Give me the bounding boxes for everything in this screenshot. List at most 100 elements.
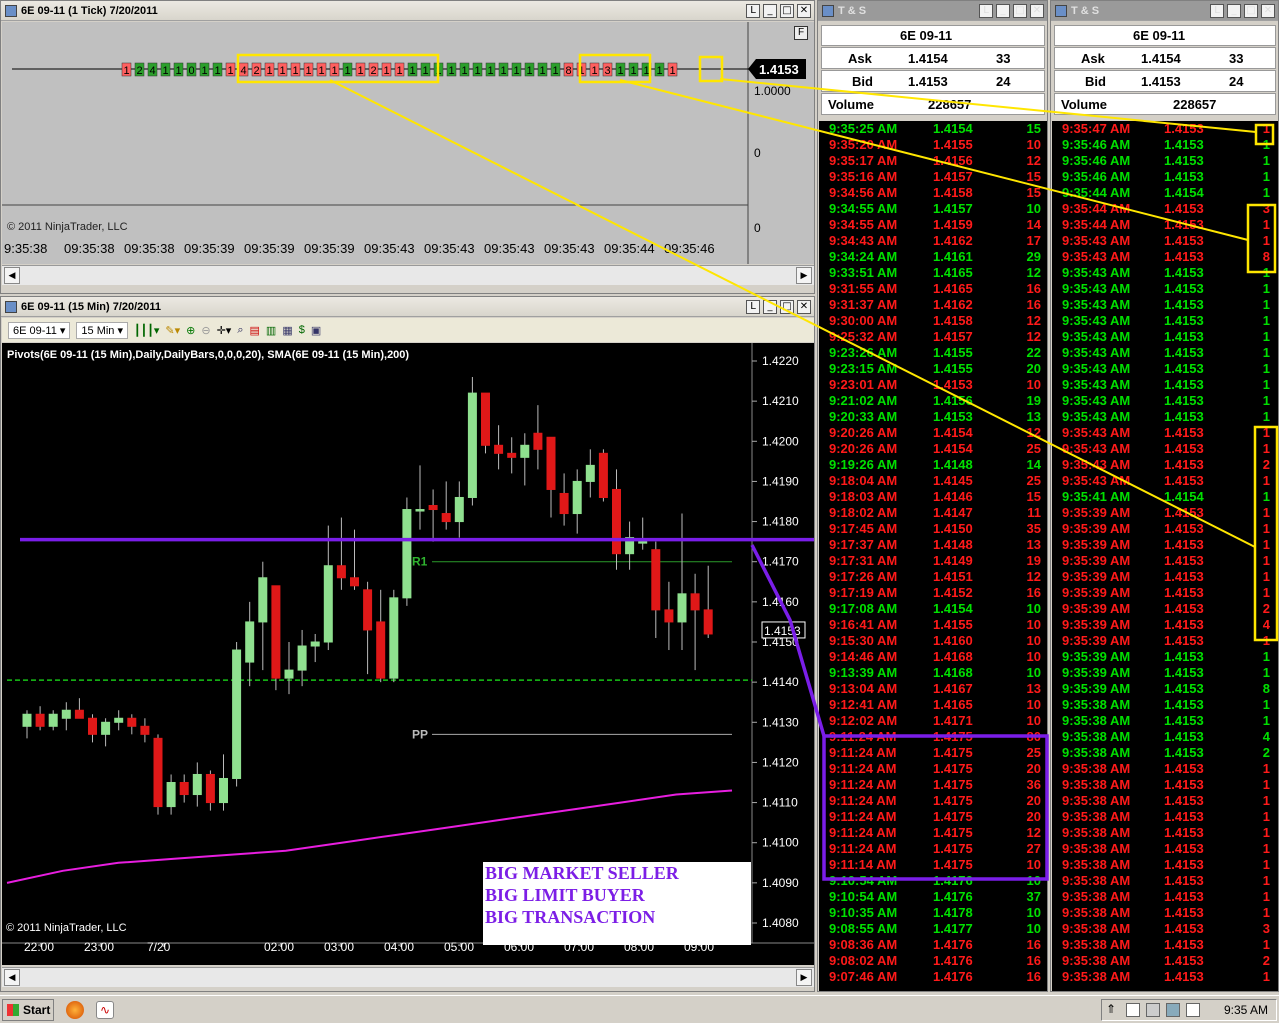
close-icon[interactable]: ✕	[1261, 3, 1275, 18]
ts-time: 9:14:46 AM	[829, 649, 898, 664]
ts-price: 1.4154	[933, 425, 973, 440]
tick-scrollbar[interactable]: ◀ ▶	[2, 265, 814, 285]
ts-price: 1.4154	[933, 121, 973, 136]
y-label: 1.4190	[762, 474, 799, 488]
maximize-icon[interactable]: □	[1244, 3, 1258, 18]
ts-instrument: 6E 09-11	[900, 28, 953, 43]
ts-price: 1.4160	[933, 633, 973, 648]
x-label: 02:00	[264, 940, 294, 954]
interval-select[interactable]: 15 Min ▾	[76, 321, 129, 339]
scroll-right-icon[interactable]: ▶	[796, 969, 812, 986]
ts-row: 9:10:54 AM 1.4176 37	[819, 889, 1047, 905]
tray-icon-2[interactable]	[1146, 1003, 1160, 1017]
maximize-icon[interactable]: □	[1013, 3, 1027, 18]
ts-left-list[interactable]: 9:35:25 AM 1.4154 15 9:35:20 AM 1.4155 10 9:35…	[819, 121, 1047, 991]
tick-value: 1	[526, 65, 532, 77]
tick-x-label: 09:35:38	[64, 241, 115, 256]
ts-size: 1	[1262, 793, 1270, 808]
ts-size: 13	[1026, 409, 1041, 424]
tick-value: 1	[266, 65, 272, 77]
ts-price: 1.4155	[933, 361, 973, 376]
minimize-icon[interactable]: _	[1227, 3, 1241, 18]
ts-size: 19	[1026, 553, 1041, 568]
tray-icon-3[interactable]	[1166, 1003, 1180, 1017]
r1-label: R1	[412, 555, 428, 569]
indicators-icon[interactable]: ▤	[250, 324, 260, 337]
tray-icon-1[interactable]	[1126, 1003, 1140, 1017]
ts-row: 9:34:43 AM 1.4162 17	[819, 233, 1047, 249]
ts-size: 16	[1026, 953, 1041, 968]
y-label: 1.4110	[762, 796, 798, 810]
min-chart-area[interactable]: R1 PP 1.4220 1.4210 1.4200 1.4190 1.4180 1.4170…	[2, 343, 814, 965]
maximize-icon[interactable]: □	[780, 299, 794, 314]
tick-value: 1	[591, 65, 597, 77]
ts-time: 9:35:38 AM	[1062, 809, 1131, 824]
min-scrollbar[interactable]: ◀ ▶	[2, 967, 814, 987]
close-icon[interactable]: ✕	[1030, 3, 1044, 18]
magnifier-icon[interactable]: ⌕	[237, 324, 243, 337]
ts-time: 9:19:26 AM	[829, 457, 898, 472]
ts-size: 10	[1026, 873, 1041, 888]
x-label: 7/20	[147, 940, 171, 954]
close-icon[interactable]: ✕	[797, 3, 811, 18]
ts-left-titlebar[interactable]: T & S L _ □ ✕	[818, 1, 1047, 21]
bid-label: Bid	[1085, 74, 1106, 89]
ts-right-title: T & S	[1071, 4, 1100, 17]
zoom-in-icon[interactable]: ⊕	[186, 324, 195, 337]
money-icon[interactable]: $	[299, 324, 305, 336]
min-chart-titlebar[interactable]: 6E 09-11 (15 Min) 7/20/2011 L _ □ ✕	[1, 297, 814, 317]
tick-chart-area[interactable]: 1241101114211111111211111111111111811311…	[2, 22, 814, 264]
ts-time: 9:35:38 AM	[1062, 937, 1131, 952]
link-icon[interactable]: L	[1210, 3, 1224, 18]
maximize-icon[interactable]: □	[780, 3, 794, 18]
ninjatrader-icon[interactable]: ∿	[96, 1001, 114, 1019]
min-copyright: © 2011 NinjaTrader, LLC	[6, 922, 127, 934]
data-box-icon[interactable]: ▣	[311, 324, 321, 337]
ts-price: 1.4176	[933, 889, 973, 904]
candle-body	[585, 464, 595, 482]
ts-time: 9:35:38 AM	[1062, 729, 1131, 744]
ts-row: 9:35:43 AM 1.4153 1	[1052, 473, 1278, 489]
minimize-icon[interactable]: _	[763, 3, 777, 18]
link-icon[interactable]: L	[979, 3, 993, 18]
tick-x-label: 09:35:43	[424, 241, 475, 256]
ts-time: 9:12:41 AM	[829, 697, 898, 712]
scroll-right-icon[interactable]: ▶	[796, 267, 812, 284]
ts-right-titlebar[interactable]: T & S L _ □ ✕	[1051, 1, 1278, 21]
ts-size: 11	[1027, 505, 1041, 520]
scroll-left-icon[interactable]: ◀	[4, 969, 20, 986]
link-icon[interactable]: L	[746, 3, 760, 18]
link-icon[interactable]: L	[746, 299, 760, 314]
crosshair-icon[interactable]: ✛▾	[217, 324, 232, 337]
ts-price: 1.4156	[933, 153, 973, 168]
start-button[interactable]: Start	[2, 999, 54, 1021]
tick-chart-titlebar[interactable]: 6E 09-11 (1 Tick) 7/20/2011 L _ □ ✕	[1, 1, 814, 21]
minimize-icon[interactable]: _	[763, 299, 777, 314]
properties-icon[interactable]: ▦	[282, 324, 292, 337]
ts-row: 9:08:02 AM 1.4176 16	[819, 953, 1047, 969]
candle-body	[664, 609, 674, 623]
ts-size: 1	[1262, 969, 1270, 984]
firefox-icon[interactable]	[66, 1001, 84, 1019]
strategies-icon[interactable]: ▥	[266, 324, 276, 337]
tray-expand-icon[interactable]: ⇑	[1106, 1002, 1116, 1016]
volume-value: 228657	[1173, 97, 1217, 112]
ts-price: 1.4153	[1164, 169, 1204, 184]
ts-time: 9:35:39 AM	[1062, 617, 1131, 632]
tray-icon-4[interactable]	[1186, 1003, 1200, 1017]
ts-time: 9:34:24 AM	[829, 249, 898, 264]
close-icon[interactable]: ✕	[797, 299, 811, 314]
ts-size: 1	[1262, 761, 1270, 776]
pencil-icon[interactable]: ✎▾	[165, 324, 180, 337]
tick-corner-label[interactable]: F	[794, 26, 808, 40]
scroll-left-icon[interactable]: ◀	[4, 267, 20, 284]
bar-type-icon[interactable]: ┃┃┃▾	[134, 324, 159, 337]
minimize-icon[interactable]: _	[996, 3, 1010, 18]
ts-size: 1	[1262, 313, 1270, 328]
ts-price: 1.4153	[1164, 313, 1204, 328]
tick-value: 1	[162, 65, 168, 77]
ts-size: 10	[1026, 201, 1041, 216]
ts-right-list[interactable]: 9:35:47 AM 1.4153 1 9:35:46 AM 1.4153 1 9:35:4…	[1052, 121, 1278, 991]
instrument-select[interactable]: 6E 09-11 ▾	[8, 321, 71, 339]
zoom-out-icon[interactable]: ⊖	[201, 324, 210, 337]
